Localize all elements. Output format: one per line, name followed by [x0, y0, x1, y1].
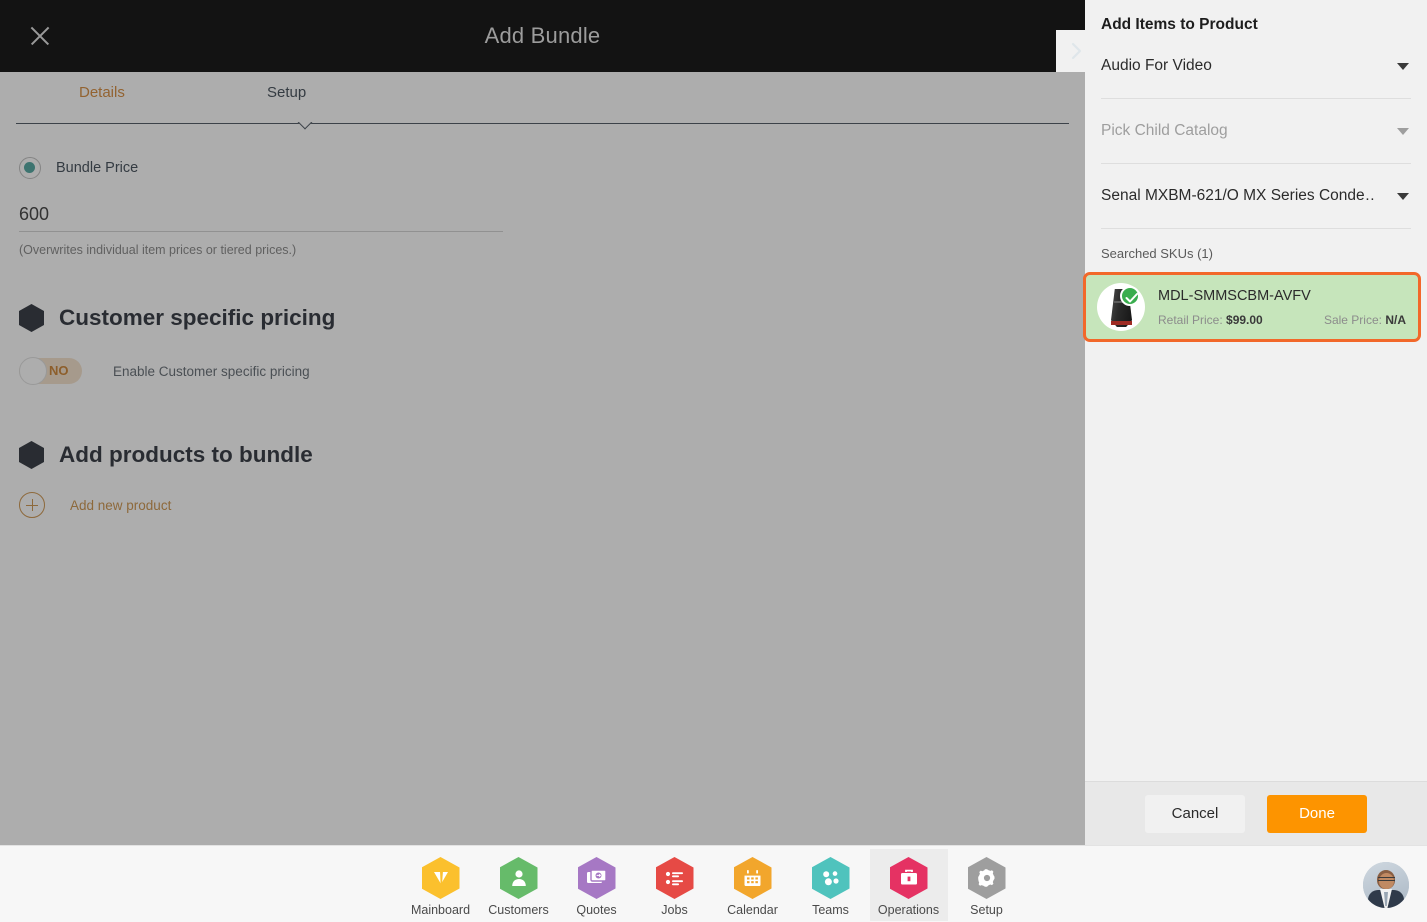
bottom-navigation: Mainboard Customers Quotes Jobs Calendar Team… [0, 845, 1427, 922]
cancel-button[interactable]: Cancel [1145, 794, 1245, 833]
briefcase-icon [889, 857, 928, 899]
panel-title: Add Items to Product [1101, 16, 1258, 33]
calendar-icon [733, 857, 772, 899]
page-title: Add Bundle [484, 23, 601, 48]
teams-icon [811, 857, 850, 899]
chevron-down-icon [1397, 128, 1409, 135]
nav-items: Mainboard Customers Quotes Jobs Calendar Team… [0, 846, 1427, 922]
sku-prices: Retail Price: $99.00 Sale Price: N/A [1158, 313, 1418, 327]
nav-item-customers[interactable]: Customers [480, 849, 558, 921]
add-bundle-modal: Add Bundle Details Setup Bundle Price (O… [0, 0, 1098, 845]
chevron-down-icon [1397, 193, 1409, 200]
done-button[interactable]: Done [1267, 794, 1367, 833]
nav-item-label: Mainboard [410, 903, 471, 917]
nav-item-setup[interactable]: Setup [948, 849, 1026, 921]
nav-item-label: Calendar [727, 903, 778, 917]
nav-item-operations[interactable]: Operations [869, 849, 948, 921]
modal-overlay-veil [0, 72, 1085, 845]
sku-info: MDL-SMMSCBM-AVFV Retail Price: $99.00 Sa… [1158, 288, 1418, 327]
select-child-catalog[interactable]: Pick Child Catalog [1101, 99, 1411, 164]
nav-item-mainboard[interactable]: Mainboard [402, 849, 480, 921]
check-circle-icon [1120, 286, 1140, 306]
chevron-down-icon [1397, 63, 1409, 70]
nav-item-label: Setup [970, 903, 1003, 917]
select-child-catalog-value: Pick Child Catalog [1101, 122, 1228, 139]
retail-price: Retail Price: $99.00 [1158, 312, 1263, 327]
select-parent-catalog[interactable]: Audio For Video [1101, 34, 1411, 99]
nav-item-label: Quotes [576, 903, 617, 917]
sale-price: Sale Price: N/A [1323, 312, 1406, 327]
nav-item-jobs[interactable]: Jobs [636, 849, 714, 921]
modal-header: Add Bundle [0, 0, 1098, 72]
list-icon [655, 857, 694, 899]
avatar[interactable] [1363, 862, 1409, 908]
product-image-base [1111, 321, 1132, 325]
list-item[interactable]: MDL-SMMSCBM-AVFV Retail Price: $99.00 Sa… [1083, 272, 1421, 342]
app-root: Add Bundle Details Setup Bundle Price (O… [0, 0, 1427, 922]
mainboard-icon [421, 857, 460, 899]
quotes-icon [577, 857, 616, 899]
searched-skus-label: Searched SKUs (1) [1101, 246, 1213, 261]
nav-item-label: Jobs [661, 903, 688, 917]
add-items-panel: Add Items to Product Audio For Video Pic… [1083, 0, 1427, 845]
nav-item-quotes[interactable]: Quotes [558, 849, 636, 921]
select-product[interactable]: Senal MXBM-621/O MX Series Conde… [1101, 164, 1411, 229]
gear-icon [967, 857, 1006, 899]
nav-item-calendar[interactable]: Calendar [714, 849, 792, 921]
select-product-value: Senal MXBM-621/O MX Series Conde… [1101, 187, 1376, 204]
panel-spacer [1085, 342, 1427, 781]
panel-footer: Cancel Done [1085, 781, 1427, 845]
nav-item-teams[interactable]: Teams [792, 849, 870, 921]
sku-code: MDL-SMMSCBM-AVFV [1158, 287, 1311, 304]
person-icon [499, 857, 538, 899]
select-parent-catalog-value: Audio For Video [1101, 57, 1212, 74]
nav-item-label: Teams [812, 903, 849, 917]
panel-selects: Audio For Video Pick Child Catalog Senal… [1085, 34, 1427, 229]
nav-item-label: Operations [877, 903, 940, 917]
nav-item-label: Customers [488, 903, 549, 917]
searched-skus-list: MDL-SMMSCBM-AVFV Retail Price: $99.00 Sa… [1083, 272, 1427, 342]
